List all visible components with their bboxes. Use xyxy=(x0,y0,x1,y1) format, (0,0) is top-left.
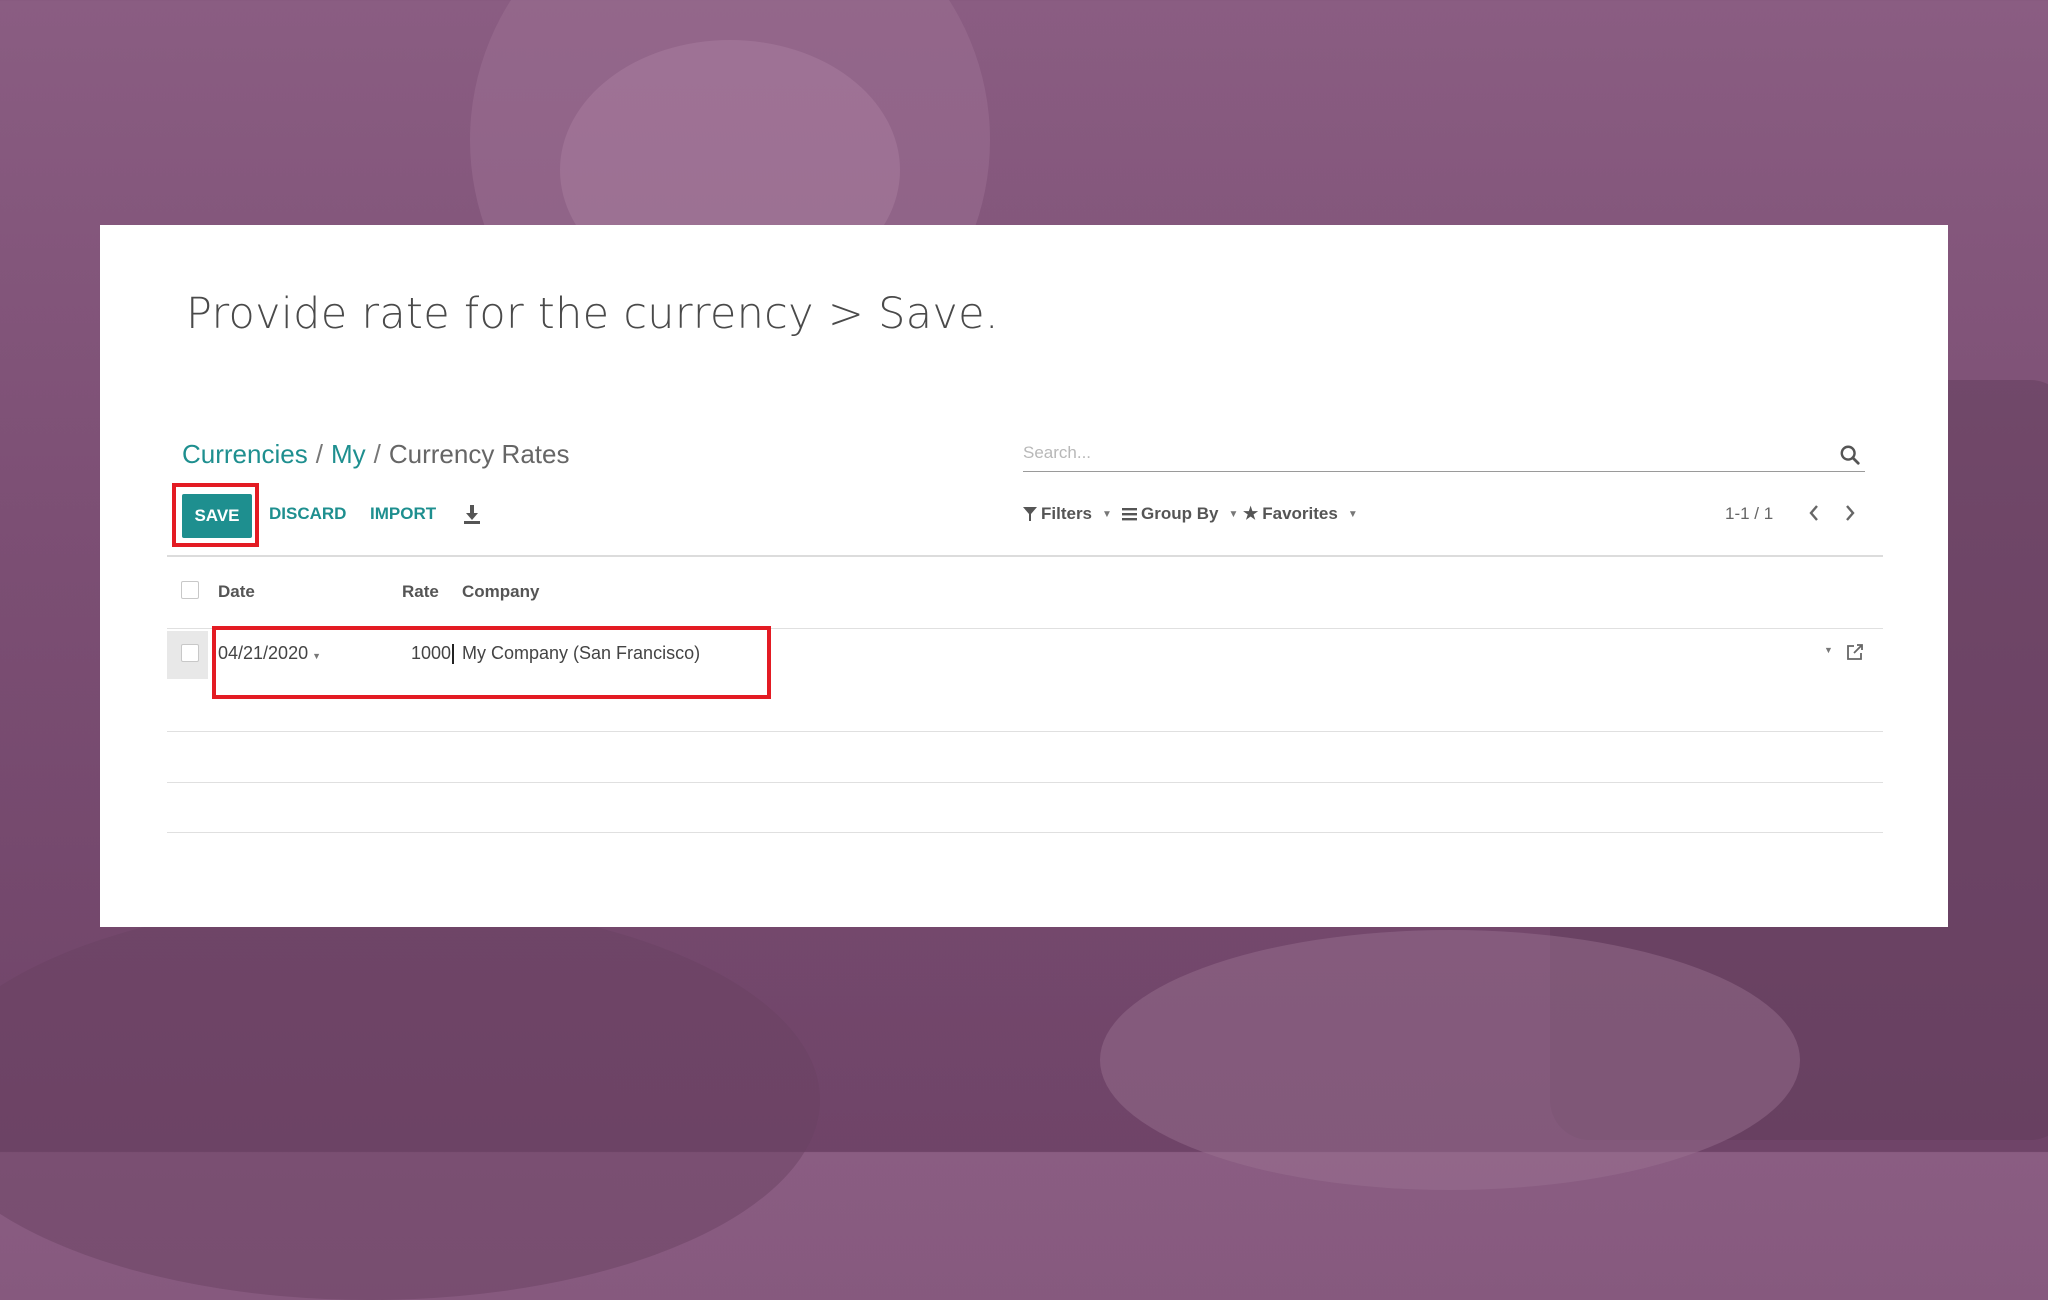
filter-icon xyxy=(1023,507,1037,521)
external-link-icon[interactable] xyxy=(1846,643,1864,661)
divider xyxy=(167,832,1883,833)
group-by-label: Group By xyxy=(1141,504,1219,523)
column-header-rate[interactable]: Rate xyxy=(402,582,439,602)
row-highlight-box xyxy=(212,626,771,699)
star-icon: ★ xyxy=(1243,504,1259,523)
divider xyxy=(167,555,1883,557)
divider xyxy=(167,731,1883,732)
breadcrumb: Currencies / My / Currency Rates xyxy=(182,439,569,470)
import-button[interactable]: IMPORT xyxy=(370,504,436,524)
caret-down-icon: ▼ xyxy=(1228,508,1239,520)
caret-down-icon: ▼ xyxy=(1347,508,1358,520)
filters-label: Filters xyxy=(1041,504,1093,523)
breadcrumb-current: Currency Rates xyxy=(388,439,570,469)
pager-value[interactable]: 1-1 / 1 xyxy=(1725,504,1773,524)
breadcrumb-separator: / xyxy=(315,439,323,469)
breadcrumb-separator: / xyxy=(373,439,381,469)
group-by-dropdown[interactable]: Group By ▼ xyxy=(1122,504,1238,524)
background-shape xyxy=(0,900,820,1300)
column-header-company[interactable]: Company xyxy=(462,582,539,602)
filters-dropdown[interactable]: Filters ▼ xyxy=(1023,504,1112,524)
breadcrumb-my[interactable]: My xyxy=(331,439,366,469)
search-icon[interactable] xyxy=(1839,444,1861,466)
slide-panel: Provide rate for the currency > Save. Cu… xyxy=(100,225,1948,927)
select-all-checkbox[interactable] xyxy=(181,581,199,599)
caret-down-icon[interactable]: ▼ xyxy=(1824,645,1833,655)
caret-down-icon: ▼ xyxy=(1102,508,1112,520)
breadcrumb-currencies[interactable]: Currencies xyxy=(182,439,308,469)
search-bar xyxy=(1023,439,1865,472)
list-icon xyxy=(1122,508,1137,521)
save-highlight-box xyxy=(172,483,259,547)
column-header-date[interactable]: Date xyxy=(218,582,255,602)
chevron-left-icon[interactable] xyxy=(1806,501,1822,525)
row-checkbox[interactable] xyxy=(181,644,199,662)
favorites-dropdown[interactable]: ★ Favorites ▼ xyxy=(1243,504,1358,524)
search-input[interactable] xyxy=(1023,439,1803,467)
favorites-label: Favorites xyxy=(1262,504,1338,523)
background-shape xyxy=(1100,930,1800,1190)
divider xyxy=(167,782,1883,783)
discard-button[interactable]: DISCARD xyxy=(269,504,346,524)
download-icon[interactable] xyxy=(463,504,481,526)
chevron-right-icon[interactable] xyxy=(1842,501,1858,525)
instruction-heading: Provide rate for the currency > Save. xyxy=(186,289,999,339)
